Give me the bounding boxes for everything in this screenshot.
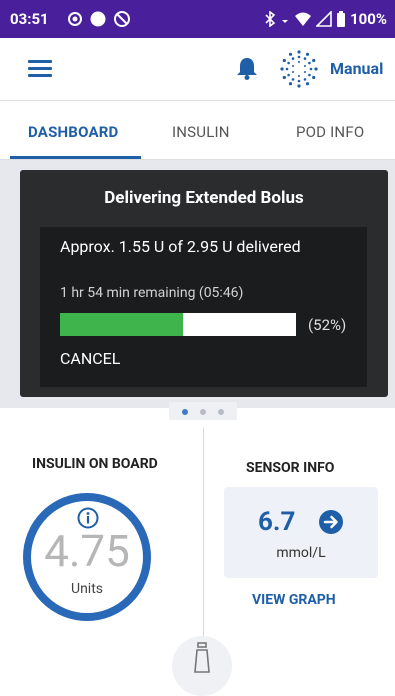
circle-filled-icon	[90, 11, 106, 27]
data-arrows-icon	[282, 20, 289, 23]
signal-icon	[316, 11, 332, 27]
bolus-delivered-text: Approx. 1.55 U of 2.95 U delivered	[60, 237, 301, 256]
view-graph-link[interactable]: VIEW GRAPH	[252, 592, 336, 608]
sensor-card[interactable]: 6.7 mmol/L	[224, 487, 378, 578]
dialog-body: Approx. 1.55 U of 2.95 U delivered 1 hr …	[40, 227, 367, 387]
page-dot-3[interactable]	[218, 409, 224, 415]
pod-icon	[194, 642, 210, 673]
bluetooth-icon	[265, 11, 276, 27]
bolus-progress-bar	[60, 313, 296, 336]
section-divider	[203, 428, 204, 636]
iob-title: INSULIN ON BOARD	[32, 456, 158, 472]
tab-pod-info[interactable]: POD INFO	[296, 123, 364, 141]
bolus-progress-percent: (52%)	[308, 316, 347, 334]
circle-outline-icon	[68, 12, 82, 26]
automated-mode-icon	[280, 50, 318, 88]
cancel-bolus-button[interactable]: CANCEL	[60, 349, 120, 368]
status-bar: 03:51 100%	[0, 0, 395, 38]
dialog-title: Delivering Extended Bolus	[104, 188, 304, 208]
page-indicator	[169, 402, 237, 420]
tab-dashboard[interactable]: DASHBOARD	[28, 123, 119, 141]
menu-icon[interactable]	[28, 60, 52, 78]
iob-units: Units	[70, 581, 104, 597]
do-not-disturb-icon	[114, 11, 130, 27]
sensor-info-title: SENSOR INFO	[246, 460, 335, 476]
bell-icon[interactable]	[236, 56, 258, 80]
extended-bolus-dialog: Delivering Extended Bolus Approx. 1.55 U…	[20, 170, 388, 397]
app-bar: Manual	[0, 38, 395, 100]
status-right: 100%	[264, 10, 387, 28]
iob-value: 4.75	[44, 525, 130, 577]
iob-gauge: 4.75 Units	[23, 493, 151, 621]
tab-insulin[interactable]: INSULIN	[172, 123, 230, 141]
pod-button[interactable]	[172, 636, 232, 696]
battery-percent: 100%	[350, 10, 387, 28]
mode-label[interactable]: Manual	[330, 59, 383, 78]
status-time: 03:51	[10, 10, 49, 28]
battery-icon	[337, 11, 346, 27]
page-dot-1[interactable]	[182, 409, 188, 415]
bolus-remaining-text: 1 hr 54 min remaining (05:46)	[60, 285, 244, 301]
arrow-right-icon	[319, 510, 343, 534]
wifi-icon	[295, 12, 312, 26]
glucose-unit: mmol/L	[276, 545, 326, 561]
glucose-value: 6.7	[258, 507, 296, 537]
tab-bar: DASHBOARD INSULIN POD INFO	[0, 101, 395, 159]
bolus-progress-fill	[60, 313, 183, 336]
status-notification-icons	[68, 11, 130, 27]
page-dot-2[interactable]	[200, 409, 206, 415]
